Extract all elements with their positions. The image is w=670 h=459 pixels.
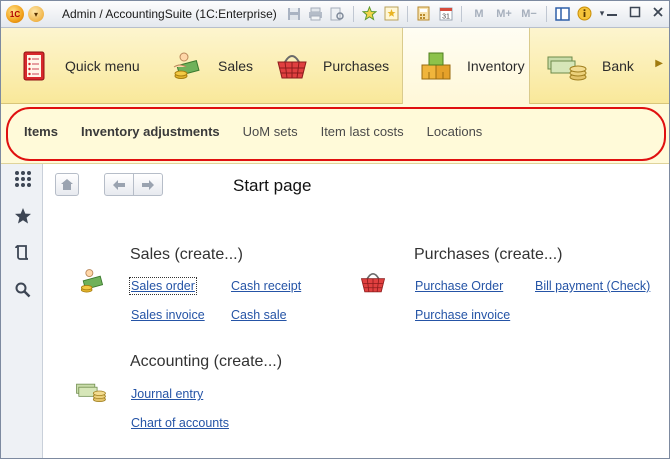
app-logo-text: 1C xyxy=(9,9,21,19)
main-menu-button[interactable]: ▾ xyxy=(28,6,44,22)
search-icon[interactable] xyxy=(13,280,33,300)
section-label: Inventory xyxy=(467,58,525,74)
svg-text:31: 31 xyxy=(442,14,450,21)
section-sales[interactable]: Sales xyxy=(154,28,259,104)
info-icon[interactable] xyxy=(576,5,593,22)
purchases-group-icon xyxy=(359,268,389,298)
print-icon[interactable] xyxy=(307,5,324,22)
forward-button[interactable] xyxy=(133,173,163,196)
title-bar: 1C ▾ Admin / AccountingSuite (1C:Enterpr… xyxy=(1,1,669,28)
sales-group-title: Sales (create...) xyxy=(130,246,243,263)
section-bank[interactable]: Bank xyxy=(530,28,669,104)
purchases-group-title: Purchases (create...) xyxy=(414,246,563,263)
accounting-group-icon xyxy=(75,377,106,407)
bank-money-icon xyxy=(546,49,588,83)
toolbar-separator xyxy=(546,5,547,22)
sales-order-link[interactable]: Sales order xyxy=(129,277,197,295)
section-quick-menu[interactable]: Quick menu xyxy=(1,28,154,104)
calendar-icon[interactable]: 31 xyxy=(437,5,454,22)
functions-panel: Items Inventory adjustments UoM sets Ite… xyxy=(1,104,669,164)
memory-m-plus-button[interactable]: M+ xyxy=(494,5,514,22)
sales-invoice-link[interactable]: Sales invoice xyxy=(131,308,205,322)
chart-of-accounts-link[interactable]: Chart of accounts xyxy=(131,416,229,430)
section-label: Quick menu xyxy=(65,58,140,74)
print-preview-icon[interactable] xyxy=(329,5,346,22)
title-toolbar: 31 M M+ M− ▾ xyxy=(285,5,606,22)
function-items: Items Inventory adjustments UoM sets Ite… xyxy=(24,124,505,139)
left-toolbar xyxy=(1,164,43,458)
scroll-right-icon[interactable]: ▶ xyxy=(655,58,663,69)
all-functions-grid-icon[interactable] xyxy=(13,169,33,189)
add-to-favorites-icon[interactable] xyxy=(361,5,378,22)
journal-entry-link[interactable]: Journal entry xyxy=(131,387,203,401)
history-icon[interactable] xyxy=(383,5,400,22)
section-label: Purchases xyxy=(323,58,390,74)
function-uom-sets-link[interactable]: UoM sets xyxy=(243,124,298,139)
bill-payment-check-link[interactable]: Bill payment (Check) xyxy=(535,279,650,293)
save-icon[interactable] xyxy=(285,5,302,22)
function-inventory-adjustments-link[interactable]: Inventory adjustments xyxy=(81,124,220,139)
favorites-star-icon[interactable] xyxy=(13,206,33,226)
sections-panel: Quick menu Sales Purchases Inventory Ban… xyxy=(1,28,669,104)
purchase-invoice-link[interactable]: Purchase invoice xyxy=(415,308,510,322)
home-icon xyxy=(61,179,73,190)
function-items-link[interactable]: Items xyxy=(24,124,58,139)
memory-m-minus-button[interactable]: M− xyxy=(519,5,539,22)
window-controls xyxy=(605,5,665,19)
purchase-order-link[interactable]: Purchase Order xyxy=(415,279,503,293)
section-inventory[interactable]: Inventory xyxy=(402,28,530,104)
section-label: Bank xyxy=(602,58,634,74)
toolbar-separator xyxy=(353,5,354,22)
section-label: Sales xyxy=(218,58,254,74)
toolbar-separator xyxy=(461,5,462,22)
window-title: Admin / AccountingSuite (1C:Enterprise) xyxy=(62,7,277,21)
calculator-icon[interactable] xyxy=(415,5,432,22)
panels-layout-icon[interactable] xyxy=(554,5,571,22)
toolbar-separator xyxy=(407,5,408,22)
memory-m-button[interactable]: M xyxy=(469,5,489,22)
start-page-content: Start page Sales (create...) Sales order… xyxy=(43,164,669,458)
arrow-left-icon xyxy=(113,179,125,190)
cash-receipt-link[interactable]: Cash receipt xyxy=(231,279,301,293)
home-button[interactable] xyxy=(55,173,79,196)
page-title: Start page xyxy=(233,176,312,195)
maximize-icon[interactable] xyxy=(628,5,642,19)
purchases-basket-icon xyxy=(275,49,309,83)
quick-menu-icon xyxy=(17,49,51,83)
section-purchases[interactable]: Purchases xyxy=(259,28,402,104)
function-locations-link[interactable]: Locations xyxy=(427,124,483,139)
back-button[interactable] xyxy=(104,173,134,196)
close-icon[interactable] xyxy=(651,5,665,19)
inventory-boxes-icon xyxy=(419,49,453,83)
accounting-group-title: Accounting (create...) xyxy=(130,353,283,370)
minimize-icon[interactable] xyxy=(605,5,619,19)
arrow-right-icon xyxy=(142,179,154,190)
cash-sale-link[interactable]: Cash sale xyxy=(231,308,287,322)
function-item-last-costs-link[interactable]: Item last costs xyxy=(321,124,404,139)
app-logo-icon[interactable]: 1C xyxy=(6,5,24,23)
main-window: 1C ▾ Admin / AccountingSuite (1C:Enterpr… xyxy=(0,0,670,459)
history-scroll-icon[interactable] xyxy=(13,243,33,263)
sales-icon xyxy=(170,49,204,83)
sales-group-icon xyxy=(77,266,107,296)
